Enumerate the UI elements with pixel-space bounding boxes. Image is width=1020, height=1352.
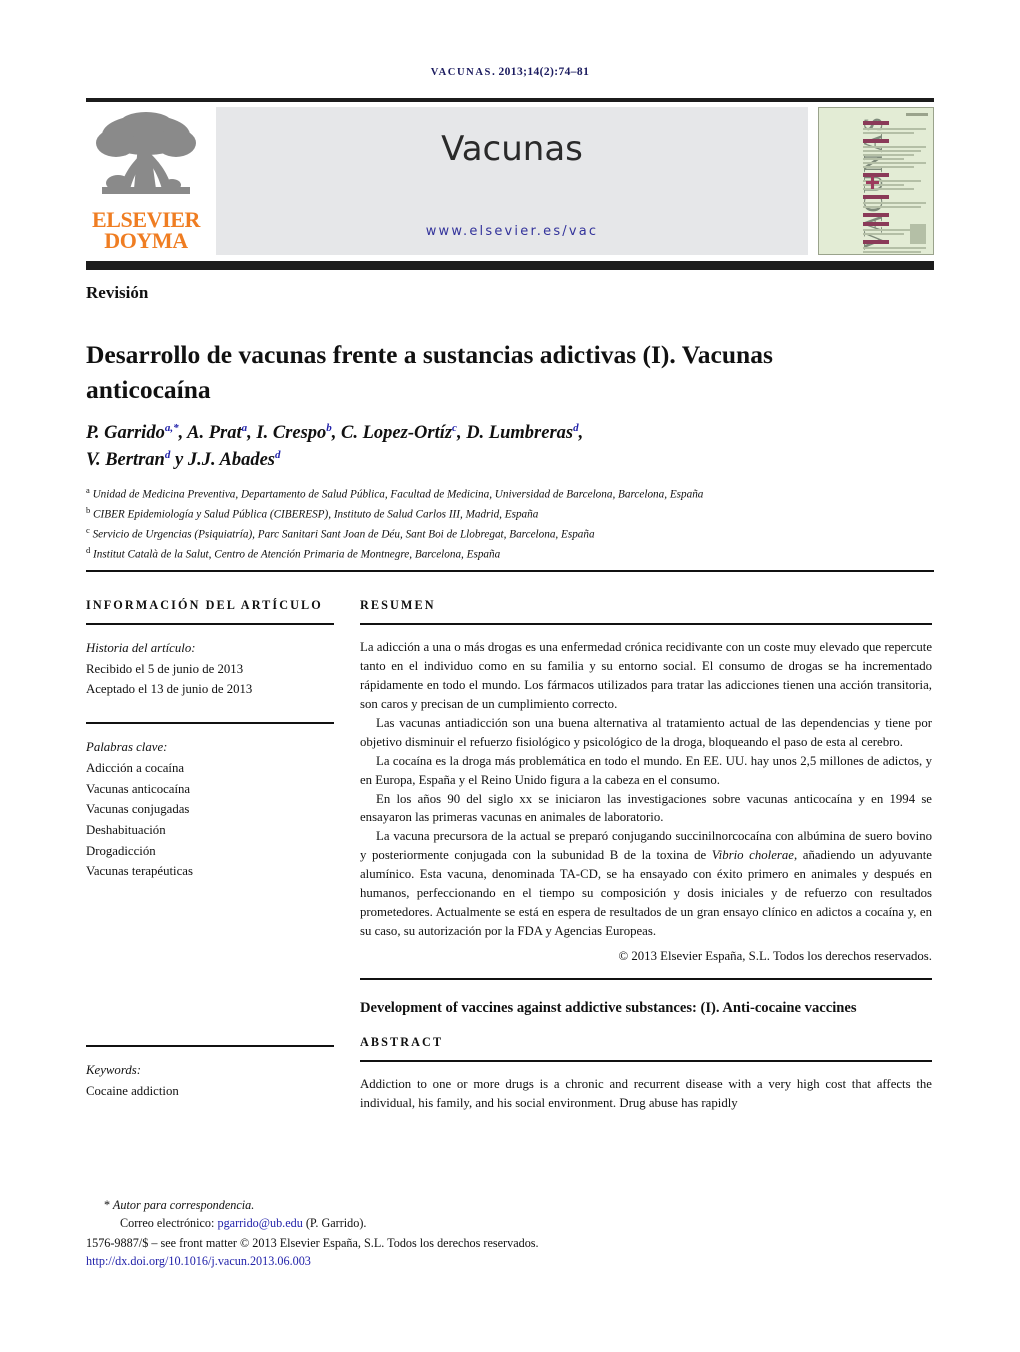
elsevier-wordmark: ELSEVIER [91,206,201,232]
front-matter-line: 1576-9887/$ – see front matter © 2013 El… [86,1236,539,1251]
affiliation-text: CIBER Epidemiología y Salud Pública (CIB… [93,508,539,521]
email-label: Correo electrónico: [120,1216,215,1231]
resumen-paragraph: La cocaína es la droga más problemática … [360,753,932,787]
author-affil-mark: a [241,421,248,434]
author-item: V. Bertrand [86,448,171,470]
history-label: Historia del artículo: [86,641,196,655]
running-citation: VACUNAS. 2013;14(2):74–81 [0,0,1020,78]
author-name: I. Crespo [256,423,327,443]
abstract-heading: ABSTRACT [360,1034,444,1049]
affiliation-item: b CIBER Epidemiología y Salud Pública (C… [86,504,926,524]
doyma-wordmark: DOYMA [104,227,188,253]
author-item: A. Prata [187,421,248,443]
resumen-rule [360,623,932,625]
journal-title: Vacunas [441,129,583,169]
author-item: J.J. Abadesd [187,448,281,470]
page-footer: * Autor para correspondencia. Correo ele… [86,1196,786,1270]
keyword-item: Vacunas terapéuticas [86,864,193,879]
author-affil-mark: b [326,421,332,434]
author-name: V. Bertran [86,449,165,470]
masthead-bottom-rule [86,261,934,270]
journal-url[interactable]: www.elsevier.es/vac [216,224,808,239]
author-item: C. Lopez-Ortízc [341,421,457,443]
keywords-en-label: Keywords: [86,1063,141,1078]
author-affil-mark: d [573,421,579,434]
corresponding-author-text: Autor para correspondencia. [112,1198,255,1212]
page-title: Desarrollo de vacunas frente a sustancia… [86,340,773,405]
affiliation-mark: c [86,524,90,535]
author-item: D. Lumbrerasd [466,421,579,443]
affiliation-item: d Institut Català de la Salut, Centro de… [86,544,926,564]
keyword-en-item: Cocaine addiction [86,1083,179,1098]
article-first-page: VACUNAS. 2013;14(2):74–81 ELSEVIER DOYMA… [0,0,1020,1352]
resumen-paragraph: En los años 90 del siglo xx se iniciaron… [360,791,932,825]
author-affil-mark: a,* [164,421,179,434]
page-title-english: Development of vaccines against addictiv… [360,1000,857,1016]
corresponding-author-marker: * [104,1198,111,1212]
masthead-top-rule [86,98,934,102]
journal-masthead: ELSEVIER DOYMA Vacunas www.elsevier.es/v… [86,107,934,255]
abstract-column: RESUMEN La adicción a una o más drogas e… [360,598,932,1113]
article-type: Revisión [86,283,149,302]
affiliation-list: a Unidad de Medicina Preventiva, Departa… [86,484,926,564]
resumen-heading: RESUMEN [360,598,436,612]
author-name: P. Garrido [86,423,165,443]
author-name: A. Prat [187,423,242,443]
keyword-item: Adicción a cocaína [86,760,185,775]
affiliation-item: c Servicio de Urgencias (Psiquiatría), P… [86,524,926,544]
keyword-item: Deshabituación [86,823,166,838]
info-section-top-rule [86,570,934,572]
article-info-rule [86,623,334,625]
cover-seal-icon [910,224,926,244]
english-section-rule [360,978,932,980]
article-info-column: INFORMACIÓN DEL ARTÍCULO Historia del ar… [86,598,334,1102]
author-name: C. Lopez-Ortíz [341,423,453,443]
resumen-paragraph: Las vacunas antiadicción son una buena a… [360,715,932,749]
author-affil-mark: d [164,448,171,461]
author-item: I. Crespob [256,421,332,443]
keyword-item: Drogadicción [86,843,156,858]
species-name-italic: Vibrio cholerae [711,848,794,863]
affiliation-item: a Unidad de Medicina Preventiva, Departa… [86,484,926,504]
abstract-paragraph: Addiction to one or more drugs is a chro… [360,1076,932,1110]
resumen-copyright: © 2013 Elsevier España, S.L. Todos los d… [618,949,932,963]
author-affil-mark: c [452,421,457,434]
affiliation-mark: b [86,504,91,515]
article-info-heading: INFORMACIÓN DEL ARTÍCULO [86,598,323,612]
running-citation-journal: VACUNAS [430,67,492,78]
email-owner: (P. Garrido). [305,1216,367,1231]
resumen-paragraph: La adicción a una o más drogas es una en… [360,640,932,711]
history-received: Recibido el 5 de junio de 2013 [86,661,244,676]
elsevier-tree-icon [94,109,198,209]
affiliation-mark: d [86,544,91,555]
doi-link[interactable]: http://dx.doi.org/10.1016/j.vacun.2013.0… [86,1252,786,1270]
affiliation-text: Servicio de Urgencias (Psiquiatría), Par… [92,528,595,541]
author-name: D. Lumbreras [466,423,574,443]
author-list: P. Garridoa,*, A. Prata, I. Crespob, C. … [86,421,584,470]
corresponding-author-note: * Autor para correspondencia. [86,1196,786,1214]
abstract-rule [360,1059,932,1062]
history-accepted: Aceptado el 13 de junio de 2013 [86,682,253,697]
affiliation-text: Institut Català de la Salut, Centro de A… [93,548,501,561]
running-citation-rest: . 2013;14(2):74–81 [491,66,590,78]
author-item: P. Garridoa,* [86,421,179,443]
keyword-item: Vacunas anticocaína [86,781,191,796]
elsevier-doyma-logo: ELSEVIER DOYMA [86,107,206,255]
resumen-paragraph-final: La vacuna precursora de la actual se pre… [360,827,932,941]
keyword-item: Vacunas conjugadas [86,802,190,817]
author-affil-mark: d [275,448,281,461]
keywords-en-rule [86,1045,334,1048]
keywords-label: Palabras clave: [86,740,168,755]
corresponding-email-line: Correo electrónico: pgarrido@ub.edu (P. … [86,1214,786,1232]
affiliation-text: Unidad de Medicina Preventiva, Departame… [92,488,704,501]
email-link[interactable]: pgarrido@ub.edu [217,1216,302,1230]
affiliation-mark: a [86,485,90,495]
journal-cover-thumbnail: VACUNAS [818,107,934,255]
journal-banner: Vacunas www.elsevier.es/vac [216,107,808,255]
author-name: J.J. Abades [187,449,276,470]
keywords-rule [86,722,334,725]
